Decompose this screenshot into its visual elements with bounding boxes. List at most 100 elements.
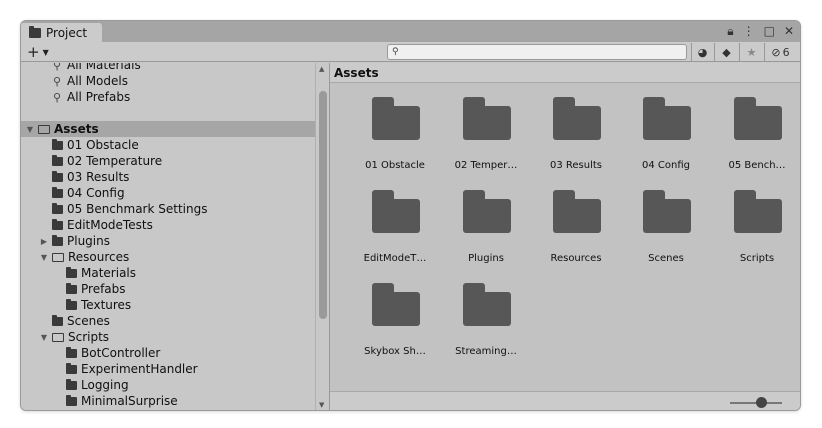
- tree-item-label: MinimalSurprise: [81, 394, 178, 408]
- hidden-packages-toggle[interactable]: ⊘ 6: [764, 43, 796, 61]
- folder-icon: [463, 190, 511, 233]
- tree-item[interactable]: BotController: [21, 345, 315, 361]
- asset-tile[interactable]: 01 Obstacle: [355, 84, 435, 174]
- folder-icon: [66, 282, 77, 294]
- tree-item[interactable]: 02 Temperature: [21, 153, 315, 169]
- tab-project[interactable]: Project: [21, 23, 102, 42]
- tree-item[interactable]: Textures: [21, 297, 315, 313]
- asset-tile-label: 02 Temper…: [454, 160, 518, 171]
- chevron-right-icon[interactable]: ▶: [39, 237, 49, 246]
- asset-tile[interactable]: 03 Results: [536, 84, 616, 174]
- asset-tile[interactable]: Streaming…: [446, 270, 526, 360]
- bottom-bar: [330, 391, 800, 410]
- hidden-count: 6: [782, 45, 790, 59]
- star-icon: ★: [746, 45, 757, 59]
- zoom-slider-handle[interactable]: [755, 397, 767, 408]
- chevron-down-icon: ▼: [42, 47, 49, 57]
- asset-tile[interactable]: 05 Bench…: [717, 84, 797, 174]
- asset-tile-label: 05 Bench…: [728, 160, 786, 171]
- tab-bar: Project 🔒︎ ⋮ □ ✕: [21, 21, 800, 42]
- folder-icon: [52, 234, 63, 246]
- favorite-label: All Materials: [67, 63, 141, 72]
- asset-tile[interactable]: Plugins: [446, 177, 526, 267]
- folder-icon: [372, 283, 420, 326]
- folder-icon: [66, 394, 77, 406]
- tree-item-label: 01 Obstacle: [67, 138, 139, 152]
- lock-icon[interactable]: 🔒︎: [727, 24, 733, 39]
- menu-icon[interactable]: ⋮: [743, 24, 755, 39]
- asset-tile[interactable]: 04 Config: [626, 84, 706, 174]
- tree-item[interactable]: ▶ Plugins: [21, 233, 315, 249]
- tree-item[interactable]: 01 Obstacle: [21, 137, 315, 153]
- scroll-down-icon[interactable]: ▼: [319, 401, 324, 409]
- add-button[interactable]: + ▼: [27, 43, 49, 61]
- tree-item-label: Prefabs: [81, 282, 126, 296]
- favorite-item[interactable]: ⚲ All Materials: [21, 63, 315, 73]
- close-icon[interactable]: ✕: [784, 24, 794, 39]
- folder-icon: [372, 97, 420, 140]
- folder-icon: [52, 186, 63, 198]
- tree-item[interactable]: 05 Benchmark Settings: [21, 201, 315, 217]
- asset-tile[interactable]: Scenes: [626, 177, 706, 267]
- tree-item[interactable]: Prefabs: [21, 281, 315, 297]
- folder-icon: [553, 190, 601, 233]
- tree-item-label: Assets: [54, 122, 99, 136]
- add-label: +: [27, 43, 40, 61]
- tree-item[interactable]: ExperimentHandler: [21, 361, 315, 377]
- asset-tile[interactable]: EditModeT…: [355, 177, 435, 267]
- folder-icon: [643, 190, 691, 233]
- asset-tile[interactable]: Scripts: [717, 177, 797, 267]
- tree-item-label: 05 Benchmark Settings: [67, 202, 208, 216]
- chevron-down-icon[interactable]: ▼: [39, 253, 49, 262]
- folder-icon: [66, 266, 77, 278]
- tree-item[interactable]: ▼ Scripts: [21, 329, 315, 345]
- folder-open-icon: [38, 124, 50, 134]
- folder-icon: [52, 138, 63, 150]
- folder-open-icon: [52, 332, 64, 342]
- tree-item-label: Textures: [81, 298, 132, 312]
- search-input[interactable]: ⚲: [387, 44, 687, 60]
- asset-tile-label: Streaming…: [455, 346, 517, 357]
- chevron-down-icon[interactable]: ▼: [25, 125, 35, 134]
- favorite-label: All Prefabs: [67, 90, 131, 104]
- tree-item-assets[interactable]: ▼ Assets: [21, 121, 315, 137]
- scroll-up-icon[interactable]: ▲: [319, 65, 324, 73]
- folder-icon: [463, 97, 511, 140]
- folder-icon: [29, 25, 41, 38]
- scroll-thumb[interactable]: [319, 91, 327, 319]
- search-icon: ⚲: [392, 47, 399, 57]
- folder-icon: [52, 218, 63, 230]
- favorite-item[interactable]: ⚲ All Prefabs: [21, 89, 315, 105]
- window-controls: 🔒︎ ⋮ □ ✕: [727, 24, 794, 39]
- asset-tile-label: Skybox Sh…: [364, 346, 426, 357]
- tree-item[interactable]: MinimalSurprise: [21, 393, 315, 409]
- filter-by-label-button[interactable]: ◆: [714, 43, 738, 61]
- project-window: Project 🔒︎ ⋮ □ ✕ + ▼ ⚲ ◕ ◆ ★ ⊘ 6 ⚲ All M…: [20, 20, 801, 411]
- search-icon: ⚲: [52, 63, 62, 72]
- folder-icon: [372, 190, 420, 233]
- asset-grid-panel: Assets 01 Obstacle 02 Temper… 03 Results 04…: [330, 63, 800, 410]
- asset-tile-label: Resources: [550, 253, 602, 264]
- tree-item[interactable]: 04 Config: [21, 185, 315, 201]
- folder-icon: [66, 378, 77, 390]
- tree-scrollbar[interactable]: ▲ ▼: [315, 63, 329, 410]
- filter-by-type-button[interactable]: ◕: [691, 43, 713, 61]
- tree-item[interactable]: EditModeTests: [21, 217, 315, 233]
- tree-item-label: 04 Config: [67, 186, 125, 200]
- favorites-button[interactable]: ★: [739, 43, 763, 61]
- maximize-icon[interactable]: □: [764, 24, 775, 39]
- breadcrumb-assets[interactable]: Assets: [334, 66, 379, 80]
- tree-item[interactable]: Scenes: [21, 313, 315, 329]
- tree-item[interactable]: 03 Results: [21, 169, 315, 185]
- search-icon: ⚲: [52, 90, 62, 104]
- tree-item-label: Scripts: [68, 330, 110, 344]
- tree-item[interactable]: Materials: [21, 265, 315, 281]
- folder-icon: [52, 154, 63, 166]
- tree-item[interactable]: ▼ Resources: [21, 249, 315, 265]
- asset-tile[interactable]: 02 Temper…: [446, 84, 526, 174]
- favorite-item[interactable]: ⚲ All Models: [21, 73, 315, 89]
- asset-tile[interactable]: Resources: [536, 177, 616, 267]
- tree-item[interactable]: Logging: [21, 377, 315, 393]
- chevron-down-icon[interactable]: ▼: [39, 333, 49, 342]
- asset-tile[interactable]: Skybox Sh…: [355, 270, 435, 360]
